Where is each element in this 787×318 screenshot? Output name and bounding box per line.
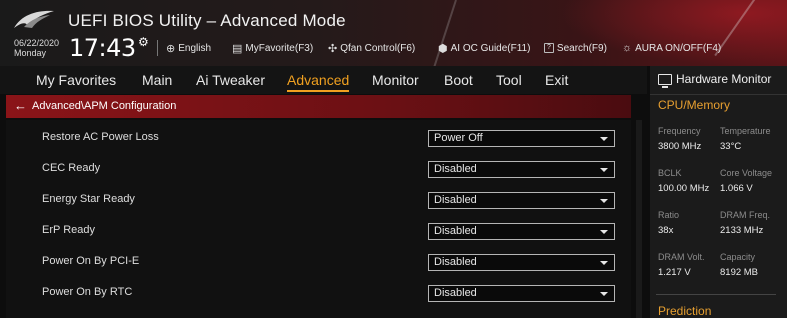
qfan-label: Qfan Control(F6) bbox=[340, 42, 416, 54]
hardware-monitor-title: Hardware Monitor bbox=[676, 72, 772, 86]
chevron-down-icon bbox=[600, 292, 608, 296]
hardware-monitor-rule bbox=[656, 294, 776, 295]
header-divider bbox=[157, 40, 158, 56]
chevron-down-icon bbox=[600, 199, 608, 203]
chevron-down-icon bbox=[600, 261, 608, 265]
gear-icon[interactable]: ⚙ bbox=[138, 35, 149, 49]
stat-value-bclk: 100.00 MHz bbox=[658, 183, 710, 194]
stat-label-core-voltage: Core Voltage bbox=[720, 168, 773, 178]
select-value: Disabled bbox=[434, 287, 477, 299]
menu-my-favorites[interactable]: My Favorites bbox=[36, 72, 116, 88]
power-on-by-pcie-select[interactable]: Disabled bbox=[428, 254, 615, 271]
menu-tool[interactable]: Tool bbox=[496, 72, 522, 88]
prediction-heading: Prediction bbox=[658, 304, 712, 318]
myfavorite-label: MyFavorite(F3) bbox=[245, 42, 314, 54]
stat-value-core-voltage: 1.066 V bbox=[720, 183, 753, 194]
stat-value-capacity: 8192 MB bbox=[720, 267, 759, 278]
stat-label-dram-volt: DRAM Volt. bbox=[658, 252, 705, 262]
globe-icon: ⊕ bbox=[166, 42, 176, 55]
stat-label-ratio: Ratio bbox=[658, 210, 680, 220]
stat-label-temperature: Temperature bbox=[720, 126, 771, 136]
setting-label-restore-ac: Restore AC Power Loss bbox=[42, 131, 159, 143]
ai-chip-icon: ⬢ bbox=[438, 42, 448, 55]
menu-advanced[interactable]: Advanced bbox=[287, 72, 349, 88]
menu-boot[interactable]: Boot bbox=[444, 72, 473, 88]
search-button[interactable]: ? Search(F9) bbox=[544, 40, 607, 56]
restore-ac-power-loss-select[interactable]: Power Off bbox=[428, 130, 615, 147]
header-decor-line bbox=[433, 0, 457, 66]
setting-label-power-on-rtc: Power On By RTC bbox=[42, 286, 133, 298]
rog-logo-icon bbox=[14, 10, 54, 28]
menu-monitor[interactable]: Monitor bbox=[372, 72, 419, 88]
date: 06/22/2020 bbox=[14, 38, 60, 48]
stat-value-dram-volt: 1.217 V bbox=[658, 267, 691, 278]
qfan-button[interactable]: ✣ Qfan Control(F6) bbox=[328, 40, 415, 56]
aura-button[interactable]: ☼ AURA ON/OFF(F4) bbox=[622, 40, 721, 56]
menu-main[interactable]: Main bbox=[142, 72, 172, 88]
active-menu-underline bbox=[287, 90, 349, 92]
stat-value-frequency: 3800 MHz bbox=[658, 141, 702, 152]
stat-value-dram-freq: 2133 MHz bbox=[720, 225, 764, 236]
stat-label-dram-freq: DRAM Freq. bbox=[720, 210, 771, 220]
power-on-by-rtc-select[interactable]: Disabled bbox=[428, 285, 615, 302]
breadcrumb: Advanced\APM Configuration bbox=[32, 100, 177, 112]
stat-label-frequency: Frequency bbox=[658, 126, 701, 136]
setting-label-erp-ready: ErP Ready bbox=[42, 224, 95, 236]
setting-label-cec-ready: CEC Ready bbox=[42, 162, 101, 174]
stat-label-bclk: BCLK bbox=[658, 168, 682, 178]
aura-light-icon: ☼ bbox=[622, 42, 633, 54]
search-box-icon: ? bbox=[544, 43, 554, 53]
scrollbar[interactable] bbox=[636, 120, 642, 318]
select-value: Disabled bbox=[434, 225, 477, 237]
stat-value-temperature: 33°C bbox=[720, 141, 742, 152]
app-title: UEFI BIOS Utility – Advanced Mode bbox=[68, 11, 346, 30]
select-value: Disabled bbox=[434, 256, 477, 268]
stat-value-ratio: 38x bbox=[658, 225, 674, 236]
cpu-memory-heading: CPU/Memory bbox=[658, 98, 731, 112]
menu-ai-tweaker[interactable]: Ai Tweaker bbox=[196, 72, 265, 88]
ai-oc-guide-button[interactable]: ⬢ AI OC Guide(F11) bbox=[438, 40, 530, 56]
stat-label-capacity: Capacity bbox=[720, 252, 756, 262]
back-arrow-icon[interactable]: ← bbox=[14, 98, 27, 113]
setting-label-power-on-pcie: Power On By PCI-E bbox=[42, 255, 140, 267]
clock-time: 17:43 bbox=[69, 34, 136, 62]
energy-star-ready-select[interactable]: Disabled bbox=[428, 192, 615, 209]
day: Monday bbox=[14, 48, 47, 58]
cec-ready-select[interactable]: Disabled bbox=[428, 161, 615, 178]
ai-oc-guide-label: AI OC Guide(F11) bbox=[450, 42, 531, 54]
monitor-icon bbox=[658, 74, 672, 88]
chevron-down-icon bbox=[600, 168, 608, 172]
language-label: English bbox=[178, 42, 212, 54]
erp-ready-select[interactable]: Disabled bbox=[428, 223, 615, 240]
chevron-down-icon bbox=[600, 230, 608, 234]
myfavorite-button[interactable]: ▤ MyFavorite(F3) bbox=[232, 40, 313, 56]
star-box-icon: ▤ bbox=[232, 42, 243, 55]
hardware-monitor-divider bbox=[650, 94, 787, 95]
select-value: Disabled bbox=[434, 163, 477, 175]
setting-label-energy-star: Energy Star Ready bbox=[42, 193, 135, 205]
search-label: Search(F9) bbox=[556, 42, 607, 54]
language-button[interactable]: ⊕ English bbox=[166, 40, 211, 56]
fan-icon: ✣ bbox=[328, 42, 338, 55]
header-glow bbox=[560, 0, 787, 66]
select-value: Power Off bbox=[434, 132, 483, 144]
chevron-down-icon bbox=[600, 137, 608, 141]
select-value: Disabled bbox=[434, 194, 477, 206]
menu-exit[interactable]: Exit bbox=[545, 72, 568, 88]
aura-label: AURA ON/OFF(F4) bbox=[635, 42, 722, 54]
